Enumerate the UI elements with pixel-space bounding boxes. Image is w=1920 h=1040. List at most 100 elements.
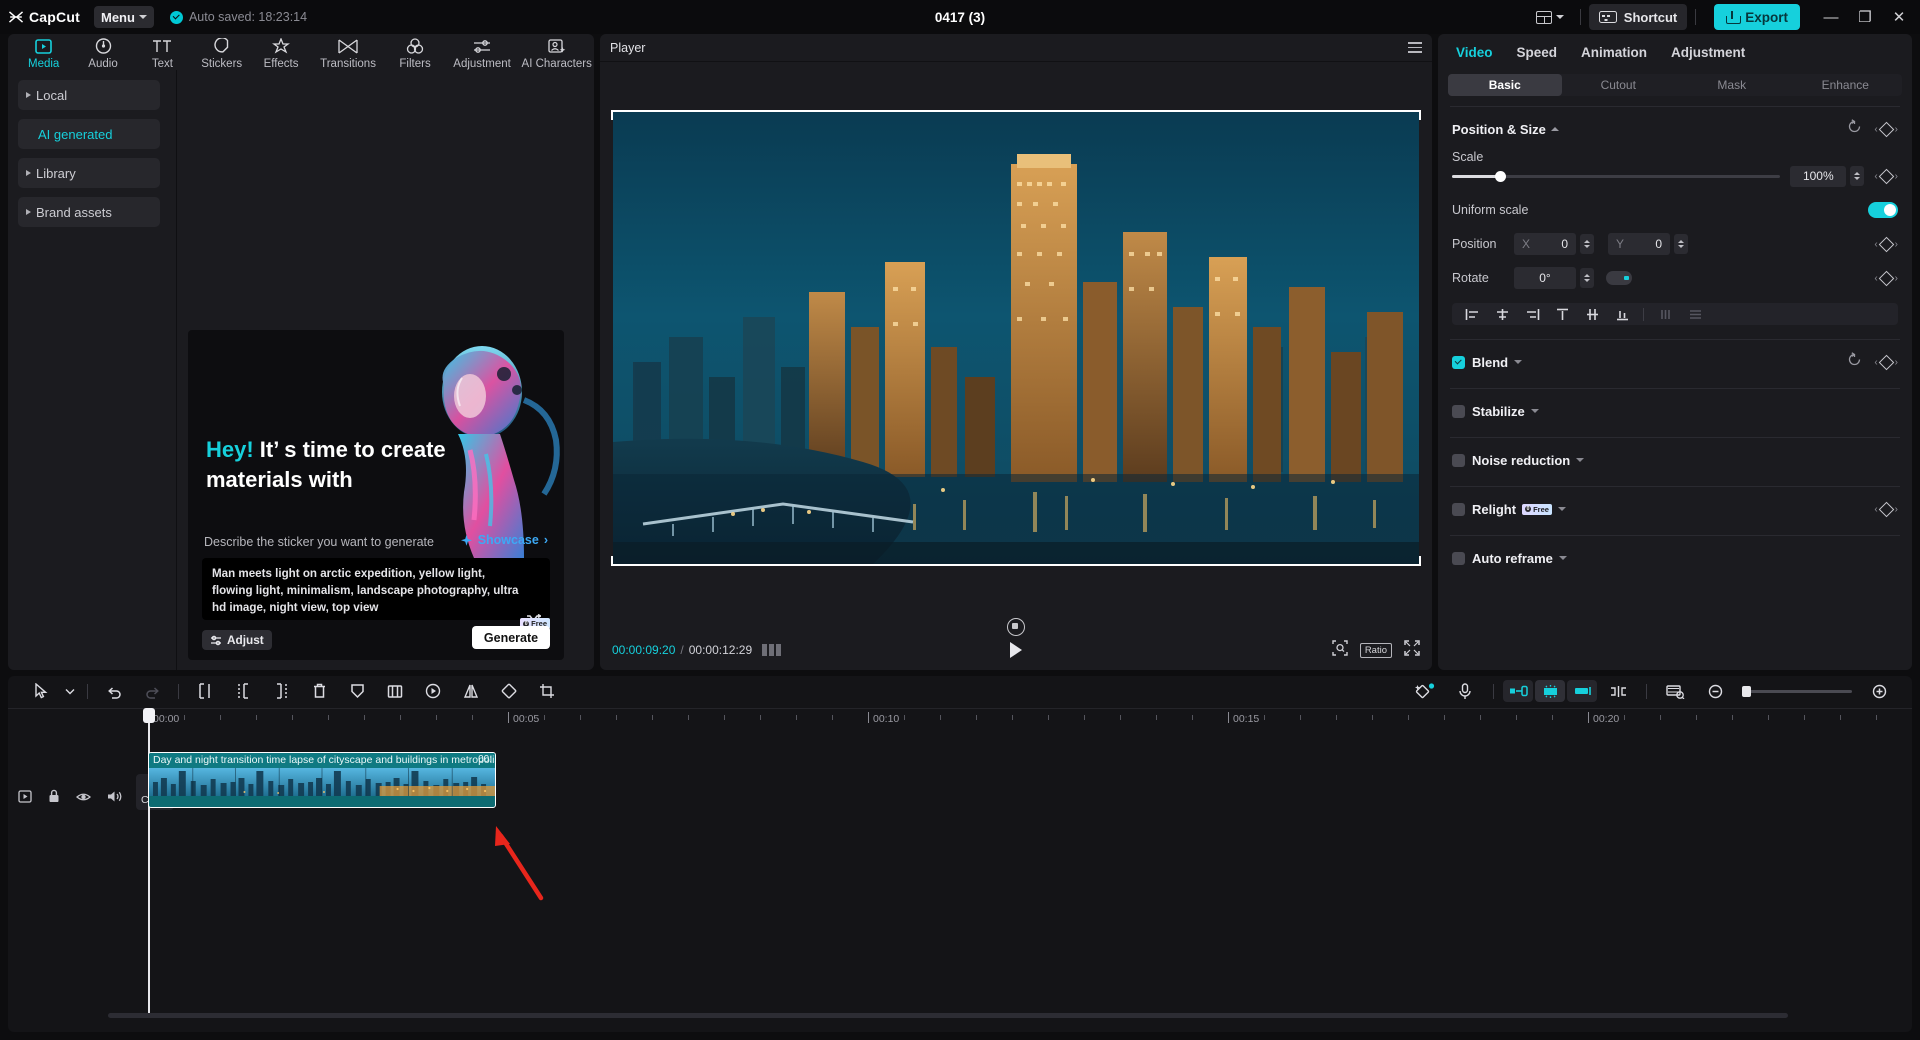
subtab-cutout[interactable]: Cutout [1562,74,1676,96]
reset-icon[interactable] [1847,352,1862,372]
timeline-zoom-slider[interactable] [1742,690,1852,693]
minimize-button[interactable]: — [1814,0,1848,34]
blend-keyframe[interactable]: ‹ › [1874,357,1898,368]
crop-icon[interactable] [376,678,414,704]
sidebar-item-library[interactable]: Library [18,158,160,188]
showcase-link[interactable]: Showcase › [460,533,548,547]
subtab-basic[interactable]: Basic [1448,74,1562,96]
position-size-header[interactable]: Position & Size ‹ › [1438,115,1912,143]
close-button[interactable]: ✕ [1882,0,1916,34]
timeline-ruler[interactable]: 00:00 00:05 00:10 00:15 00:20 [8,708,1912,732]
reset-icon[interactable] [1847,119,1862,139]
blend-section-header[interactable]: Blend ‹ › [1438,348,1912,376]
keyframe-diamond-icon[interactable] [1878,236,1894,252]
align-bottom-icon[interactable] [1608,305,1636,323]
rotate-dial[interactable] [1606,271,1632,285]
tab-transitions[interactable]: Transitions [311,34,386,70]
auto-effects-icon[interactable] [1406,678,1444,704]
rotate-icon[interactable] [490,678,528,704]
position-x-stepper[interactable] [1580,234,1594,254]
tab-ai-characters[interactable]: AI Characters [519,34,594,70]
tab-adjustment[interactable]: Adjustment [1671,45,1745,60]
keyframe-next-icon[interactable]: › [1895,171,1898,182]
playhead-grip[interactable] [143,708,155,723]
scale-slider[interactable] [1452,175,1780,178]
play-button[interactable] [1010,642,1022,658]
tab-animation[interactable]: Animation [1581,45,1647,60]
layout-button[interactable] [1528,4,1572,30]
track-mute-icon[interactable] [107,790,122,808]
keyframe-control[interactable]: ‹ › [1874,124,1898,135]
delete-icon[interactable] [300,678,338,704]
distribute-horizontal-icon[interactable] [1651,305,1679,323]
align-top-icon[interactable] [1548,305,1576,323]
keyframe-diamond-icon[interactable] [1878,354,1894,370]
trim-right-icon[interactable] [262,678,300,704]
distribute-vertical-icon[interactable] [1681,305,1709,323]
rotate-keyframe[interactable]: ‹ › [1874,273,1898,284]
keyframe-diamond-icon[interactable] [1878,168,1894,184]
freeze-frame-icon[interactable] [414,678,452,704]
scale-stepper[interactable] [1850,166,1864,186]
keyframe-diamond-icon[interactable] [1878,501,1894,517]
align-right-icon[interactable] [1518,305,1546,323]
keyframe-diamond-icon[interactable] [1878,121,1894,137]
maximize-button[interactable]: ❐ [1848,0,1882,34]
video-preview[interactable] [613,112,1419,564]
adjust-button[interactable]: Adjust [202,630,272,650]
tab-filters[interactable]: Filters [385,34,444,70]
fade-in-icon[interactable] [1503,680,1533,702]
relight-checkbox[interactable] [1452,503,1465,516]
fullscreen-icon[interactable] [1404,640,1420,661]
link-toggle-icon[interactable] [1599,678,1637,704]
align-left-icon[interactable] [1458,305,1486,323]
redo-icon[interactable] [133,678,171,704]
position-x-field[interactable]: X 0 [1514,233,1576,255]
menu-button[interactable]: Menu [94,6,154,28]
crop-frame-icon[interactable] [528,678,566,704]
zoom-out-icon[interactable] [1696,678,1734,704]
keyframe-next-icon[interactable]: › [1895,124,1898,135]
timeline-zoom-knob[interactable] [1742,686,1751,697]
split-icon[interactable] [186,678,224,704]
mirror-icon[interactable] [452,678,490,704]
tab-effects[interactable]: Effects [251,34,310,70]
tab-audio[interactable]: Audio [73,34,132,70]
uniform-scale-toggle[interactable] [1868,202,1898,218]
export-button[interactable]: Export [1714,4,1800,30]
stabilize-section-header[interactable]: Stabilize [1438,397,1912,425]
relight-keyframe[interactable]: ‹ › [1874,504,1898,515]
auto-reframe-checkbox[interactable] [1452,552,1465,565]
relight-section-header[interactable]: Relight 0 Free ‹ › [1438,495,1912,523]
adsorb-icon[interactable] [1535,680,1565,702]
scale-value[interactable]: 100% [1790,166,1846,187]
tab-speed[interactable]: Speed [1517,45,1558,60]
zoom-in-icon[interactable] [1860,678,1898,704]
generate-button[interactable]: Generate [472,626,550,649]
subtab-enhance[interactable]: Enhance [1789,74,1903,96]
noise-reduction-section-header[interactable]: Noise reduction [1438,446,1912,474]
tab-adjustment[interactable]: Adjustment [445,34,520,70]
blend-checkbox[interactable] [1452,356,1465,369]
preview-thumbnails-icon[interactable] [1656,678,1694,704]
track-lock-icon[interactable] [48,789,60,808]
align-center-horizontal-icon[interactable] [1488,305,1516,323]
keyframe-next-icon[interactable]: › [1895,504,1898,515]
keyframe-diamond-icon[interactable] [1878,270,1894,286]
tab-text[interactable]: Text [133,34,192,70]
align-middle-icon[interactable] [1578,305,1606,323]
keyframe-prev-icon[interactable]: ‹ [1874,171,1877,182]
select-tool-icon[interactable] [22,678,60,704]
keyframe-next-icon[interactable]: › [1895,357,1898,368]
ratio-button[interactable]: Ratio [1360,643,1392,658]
microphone-icon[interactable] [1446,678,1484,704]
frames-icon[interactable] [762,644,781,656]
sidebar-item-local[interactable]: Local [18,80,160,110]
undo-icon[interactable] [95,678,133,704]
crop-zoom-icon[interactable] [1332,640,1348,661]
scale-keyframe[interactable]: ‹ › [1874,171,1898,182]
rotate-stepper[interactable] [1580,268,1594,288]
subtab-mask[interactable]: Mask [1675,74,1789,96]
rotate-field[interactable]: 0° [1514,267,1576,289]
keyframe-next-icon[interactable]: › [1895,239,1898,250]
